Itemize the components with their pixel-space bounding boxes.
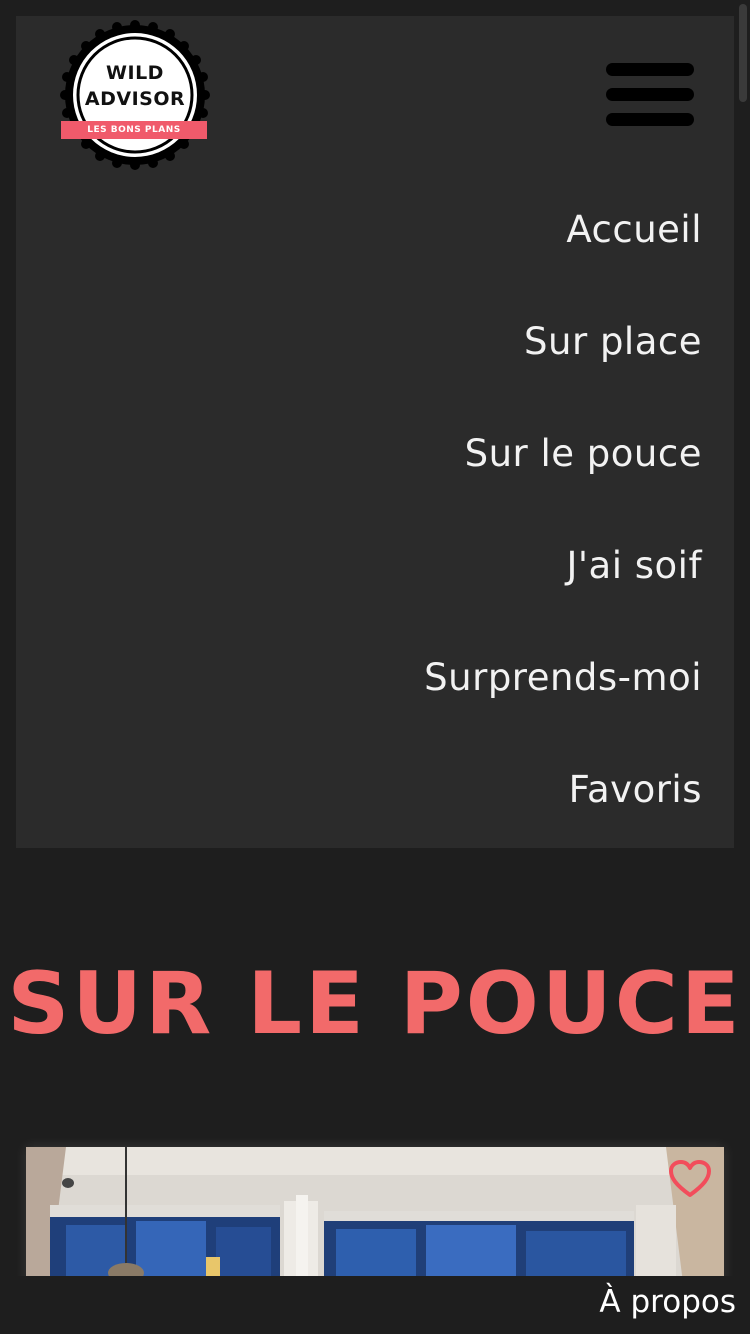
heart-outline-icon (669, 1160, 711, 1197)
nav-item-accueil[interactable]: Accueil (566, 208, 702, 251)
menu-button[interactable] (604, 60, 696, 128)
page-title: SUR LE POUCE (7, 954, 743, 1054)
logo-line-1: WILD (106, 62, 164, 84)
logo-line-2: ADVISOR (84, 88, 186, 110)
logo[interactable]: WILD ADVISOR LES BONS PLANS (60, 20, 210, 170)
nav-panel: WILD ADVISOR LES BONS PLANS Accueil Sur … (16, 16, 734, 848)
scrollbar-thumb[interactable] (739, 4, 747, 102)
favorite-button[interactable] (668, 1159, 712, 1199)
logo-ribbon: LES BONS PLANS (61, 121, 207, 139)
page: WILD ADVISOR LES BONS PLANS Accueil Sur … (0, 0, 750, 1334)
nav-item-sur-place[interactable]: Sur place (524, 320, 702, 363)
nav-item-sur-le-pouce[interactable]: Sur le pouce (465, 432, 702, 475)
nav-item-jai-soif[interactable]: J'ai soif (566, 544, 702, 587)
footer: À propos (0, 1276, 750, 1334)
nav-item-favoris[interactable]: Favoris (569, 768, 702, 811)
about-link[interactable]: À propos (599, 1284, 736, 1320)
nav-item-surprends-moi[interactable]: Surprends-moi (424, 656, 702, 699)
